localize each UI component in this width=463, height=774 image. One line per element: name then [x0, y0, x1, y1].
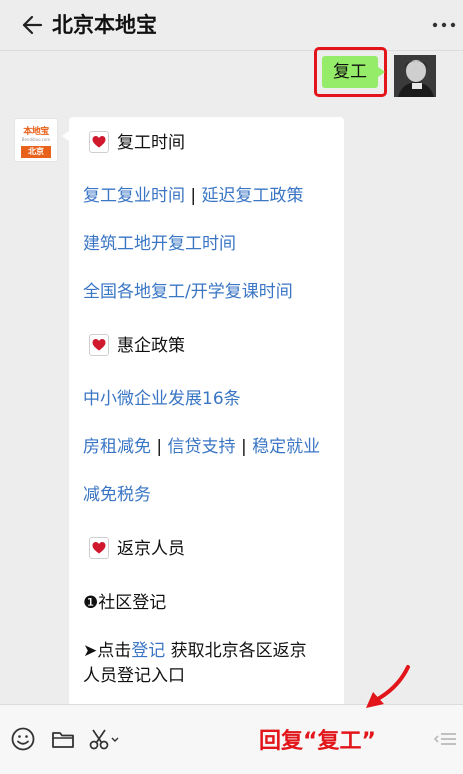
link-rent-relief[interactable]: 房租减免 [83, 437, 151, 457]
links-row-5: 房租减免 | 信贷支持 | 稳定就业 [83, 434, 320, 460]
section-returnees: 返京人员 [89, 535, 185, 563]
chat-header: 北京本地宝 [0, 0, 463, 51]
logo-city: 北京 [21, 146, 51, 158]
heart-icon [89, 131, 109, 153]
annotation-text: 回复“复工” [259, 729, 376, 754]
logo-text: 本地宝 [23, 127, 49, 137]
link-sme[interactable]: 中小微企业发展16条 [83, 389, 241, 409]
links-row-6: 减免税务 [83, 482, 151, 508]
link-credit-support[interactable]: 信贷支持 [168, 437, 236, 457]
heart-icon [89, 537, 109, 559]
input-bar [0, 704, 463, 774]
links-row-2: 建筑工地开复工时间 [83, 231, 236, 257]
emoji-icon[interactable] [10, 726, 36, 752]
links-row-3: 全国各地复工/开学复课时间 [83, 279, 293, 305]
highlight-box: 复工 [314, 47, 387, 97]
link-register[interactable]: 登记 [131, 641, 165, 661]
logo-url: Bendibao.com [21, 137, 51, 142]
page-title: 北京本地宝 [52, 13, 157, 37]
arrow-icon [366, 665, 410, 708]
list-icon[interactable] [432, 726, 458, 752]
user-avatar-image [394, 55, 436, 97]
section-title: 惠企政策 [117, 336, 185, 356]
heart-icon [89, 334, 109, 356]
click-suffix: 获取北京各区返京 [165, 641, 307, 661]
click-line-2: 人员登记入口 [83, 666, 185, 686]
separator: | [156, 437, 163, 457]
click-prefix: ➤点击 [83, 641, 132, 661]
incoming-message: 复工时间 复工复业时间 | 延迟复工政策 建筑工地开复工时间 全国各地复工/开学… [62, 117, 344, 717]
user-avatar[interactable] [394, 55, 436, 97]
link-resume-time[interactable]: 复工复业时间 [83, 186, 185, 206]
outgoing-message[interactable]: 复工 [322, 56, 385, 88]
links-row-1: 复工复业时间 | 延迟复工政策 [83, 183, 304, 209]
separator: | [190, 186, 197, 206]
click-line: ➤点击登记 获取北京各区返京 [83, 638, 307, 664]
section-title: 复工时间 [117, 133, 185, 153]
section-business-policy: 惠企政策 [89, 332, 185, 360]
links-row-4: 中小微企业发展16条 [83, 386, 241, 412]
link-nationwide[interactable]: 全国各地复工/开学复课时间 [83, 282, 293, 302]
separator: | [240, 437, 247, 457]
link-tax[interactable]: 减免税务 [83, 485, 151, 505]
scissors-icon[interactable] [88, 726, 120, 752]
link-delay-policy[interactable]: 延迟复工政策 [202, 186, 304, 206]
community-registration: ❶社区登记 [83, 593, 167, 613]
back-arrow-icon[interactable] [14, 10, 44, 40]
link-employment[interactable]: 稳定就业 [252, 437, 320, 457]
section-title: 返京人员 [117, 539, 185, 559]
link-construction[interactable]: 建筑工地开复工时间 [83, 234, 236, 254]
bot-avatar[interactable]: 本地宝 Bendibao.com 北京 [14, 118, 58, 162]
section-return-to-work: 复工时间 [89, 129, 185, 157]
more-icon[interactable] [431, 20, 457, 30]
folder-icon[interactable] [50, 726, 76, 752]
